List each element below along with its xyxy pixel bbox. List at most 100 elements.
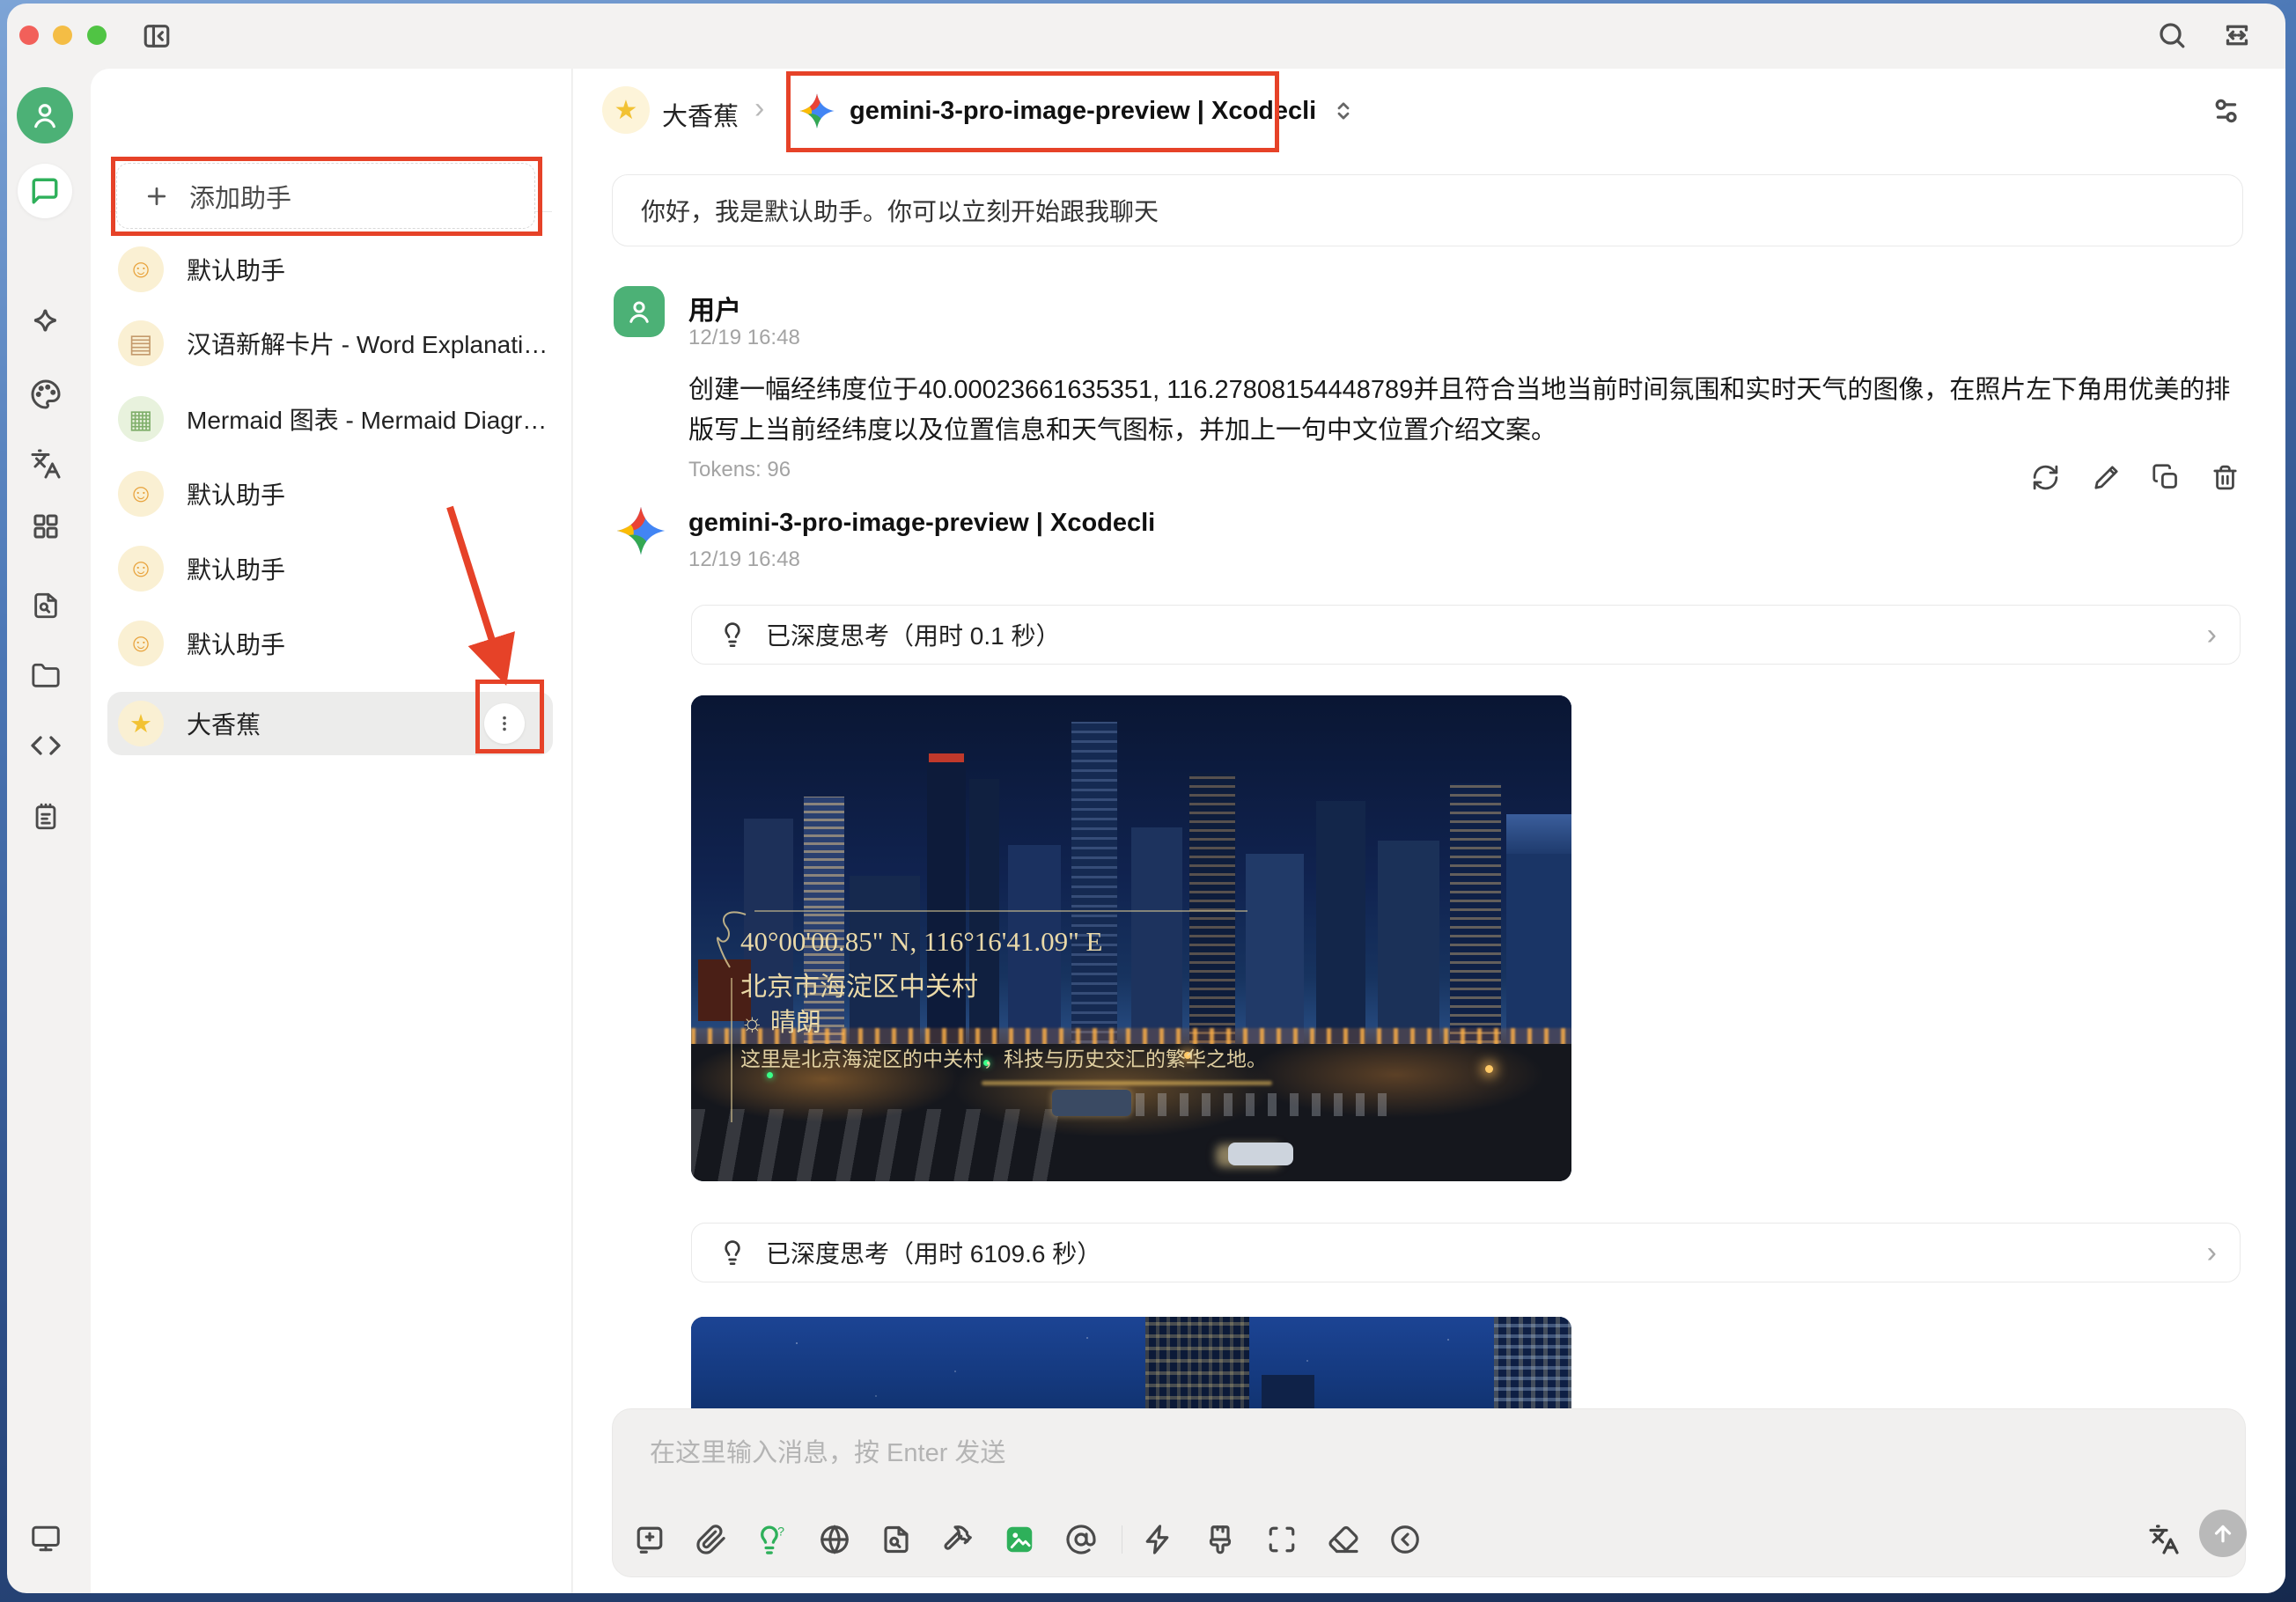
expand-input-icon[interactable] (1264, 1522, 1299, 1557)
web-search-icon[interactable] (817, 1522, 852, 1557)
add-assistant-button[interactable]: 添加助手 (116, 163, 535, 229)
model-name-label: gemini-3-pro-image-preview | Xcodecli (850, 97, 1316, 126)
chat-header: ★ 大香蕉 › gemini-3-pro-image-preview | Xco… (573, 69, 2285, 153)
generated-image-1[interactable]: 40°00'00.85" N, 116°16'41.09" E 北京市海淀区中关… (691, 695, 1571, 1181)
user-message-text: 创建一幅经纬度位于40.00023661635351, 116.27808154… (688, 370, 2243, 451)
assistant-item-label: Mermaid 图表 - Mermaid Diagram (187, 401, 553, 437)
send-button[interactable] (2199, 1510, 2247, 1557)
minimize-window-button[interactable] (53, 26, 72, 45)
assistant-item[interactable]: ▤ 汉语新解卡片 - Word Explanatio… (107, 312, 553, 375)
assistant-item[interactable]: ☺ 默认助手 (107, 537, 553, 600)
thinking-toggle-icon[interactable]: ? (754, 1522, 789, 1557)
message-input-placeholder[interactable]: 在这里输入消息，按 Enter 发送 (650, 1432, 1005, 1469)
chat-bubble-icon (30, 176, 60, 206)
vehicle (1228, 1143, 1293, 1165)
city-building (1262, 1375, 1314, 1412)
city-building (1145, 1317, 1249, 1412)
assistant-item[interactable]: ☺ 默认助手 (107, 612, 553, 675)
user-message-avatar (614, 286, 665, 337)
greeting-bubble: 你好，我是默认助手。你可以立刻开始跟我聊天 (612, 174, 2243, 246)
new-topic-icon[interactable] (632, 1522, 667, 1557)
thinking-label: 已深度思考（用时 0.1 秒） (766, 617, 1060, 652)
star-icon: ★ (118, 701, 164, 746)
message-input-panel[interactable]: 在这里输入消息，按 Enter 发送 ? (612, 1408, 2246, 1577)
assistants-panel: 助手 话题 添加助手 ☺ 默认助手 ▤ 汉语新解卡片 - Word Explan… (91, 69, 572, 1593)
clear-context-brush-icon[interactable] (1203, 1522, 1238, 1557)
chat-settings-sliders-icon[interactable] (2207, 92, 2246, 130)
overlay-topline (754, 910, 1247, 912)
assistant-item-label: 汉语新解卡片 - Word Explanatio… (187, 326, 553, 361)
sidebar-toggle-icon[interactable] (139, 18, 174, 54)
star-icon: ★ (614, 95, 638, 126)
chat-nav-active[interactable] (18, 164, 72, 218)
attachment-icon[interactable] (694, 1522, 729, 1557)
expand-width-icon[interactable] (2219, 17, 2256, 54)
chevron-right-icon: › (2207, 618, 2217, 652)
assistant-item[interactable]: ▦ Mermaid 图表 - Mermaid Diagram (107, 387, 553, 451)
overlay-caption: 这里是北京海淀区的中关村，科技与历史交汇的繁华之地。 (740, 1042, 1267, 1072)
mcp-tools-icon[interactable] (940, 1522, 975, 1557)
mini-window-icon[interactable] (28, 1521, 63, 1556)
overlay-coordinates: 40°00'00.85" N, 116°16'41.09" E (740, 926, 1102, 958)
sparkle-icon[interactable] (28, 305, 63, 341)
overlay-weather: ☼ 晴朗 (740, 1002, 821, 1039)
assistant-item-label: 默认助手 (187, 551, 285, 586)
city-building (1494, 1317, 1571, 1412)
generated-image-2[interactable] (691, 1317, 1571, 1412)
traffic-light-green (767, 1072, 773, 1078)
search-icon[interactable] (2153, 17, 2190, 54)
settings-gear-icon[interactable]: ⚙ (28, 1591, 63, 1593)
model-selector[interactable]: gemini-3-pro-image-preview | Xcodecli (798, 82, 1357, 140)
translate-icon[interactable] (28, 446, 63, 481)
svg-text:?: ? (777, 1525, 784, 1539)
close-window-button[interactable] (19, 26, 39, 45)
user-avatar[interactable] (17, 87, 73, 143)
chat-area: ★ 大香蕉 › gemini-3-pro-image-preview | Xco… (573, 69, 2285, 1593)
smiley-icon: ☺ (118, 471, 164, 517)
assistant-item-label: 默认助手 (187, 476, 285, 511)
folder-icon[interactable] (28, 658, 63, 694)
assistant-item[interactable]: ☺ 默认助手 (107, 238, 553, 301)
breadcrumb-assistant[interactable]: 大香蕉 (662, 96, 739, 133)
titlebar (7, 4, 2285, 69)
light-trail (982, 1081, 1272, 1085)
grid-apps-icon[interactable] (28, 509, 63, 544)
assistant-name-label: gemini-3-pro-image-preview | Xcodecli (688, 509, 1155, 538)
mention-model-icon[interactable] (1063, 1522, 1099, 1557)
street-lamp-glow (1485, 1065, 1493, 1073)
quick-phrase-icon[interactable] (1141, 1522, 1176, 1557)
plus-icon (144, 183, 170, 209)
thinking-block-2[interactable]: 已深度思考（用时 6109.6 秒） › (691, 1223, 2241, 1282)
file-search-icon[interactable] (28, 588, 63, 623)
overlay-weather-text: 晴朗 (770, 1009, 821, 1037)
edit-icon[interactable] (2088, 459, 2123, 495)
knowledge-base-icon[interactable] (879, 1522, 914, 1557)
night-sky (691, 1317, 1571, 1412)
assistant-item[interactable]: ☺ 默认助手 (107, 462, 553, 525)
code-icon[interactable] (28, 728, 63, 763)
sun-icon: ☼ (740, 1009, 764, 1037)
user-timestamp: 12/19 16:48 (688, 326, 800, 350)
zoom-window-button[interactable] (87, 26, 107, 45)
thinking-block-1[interactable]: 已深度思考（用时 0.1 秒） › (691, 605, 2241, 665)
more-vertical-icon (495, 714, 514, 733)
assistant-item-label: 默认助手 (187, 626, 285, 661)
clear-messages-eraser-icon[interactable] (1326, 1522, 1361, 1557)
picture-icon: ▦ (118, 396, 164, 442)
assistant-more-button[interactable] (484, 703, 525, 744)
notes-icon[interactable] (28, 799, 63, 834)
smiley-icon: ☺ (118, 621, 164, 666)
arrow-up-icon (2210, 1520, 2236, 1547)
regenerate-icon[interactable] (2027, 459, 2063, 495)
chevrons-up-down-icon (1330, 98, 1357, 124)
image-generation-icon[interactable] (1002, 1522, 1037, 1557)
collapse-toolbar-icon[interactable] (1387, 1522, 1423, 1557)
assistant-avatar-star: ★ (602, 86, 650, 134)
assistant-item-selected[interactable]: ★ 大香蕉 (107, 692, 553, 755)
vehicle (1052, 1090, 1131, 1116)
translate-input-icon[interactable] (2146, 1522, 2182, 1557)
lightbulb-icon (718, 1238, 747, 1267)
palette-icon[interactable] (28, 377, 63, 412)
copy-icon[interactable] (2148, 459, 2183, 495)
delete-icon[interactable] (2207, 459, 2242, 495)
